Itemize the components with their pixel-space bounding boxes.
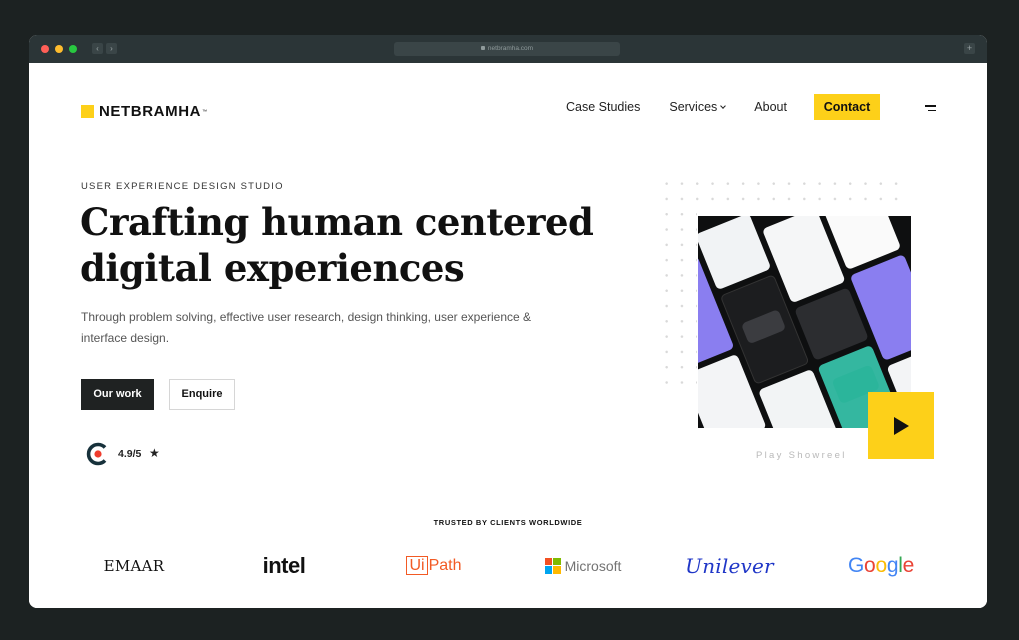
nav-services-label: Services [669,100,718,114]
intel-logo: intel [262,552,306,578]
logo-text: NETBRAMHA [99,103,202,120]
emaar-logo: EMAAR [103,556,165,575]
uipath-logo-ui: Ui [406,556,428,575]
rating-score: 4.9/5 [118,448,142,460]
uipath-logo-path: Path [428,556,462,574]
play-showreel-button[interactable] [868,392,934,459]
maximize-window-button[interactable] [69,45,77,53]
nav-case-studies[interactable]: Case Studies [566,100,640,114]
star-icon: ★ [149,446,160,460]
main-nav: Case Studies Services About Contact [566,94,880,120]
clutch-logo-icon[interactable] [85,441,111,467]
our-work-button[interactable]: Our work [81,379,154,410]
google-letter: e [902,553,915,577]
headline-plain-2: digital experiences [80,246,465,290]
headline-bold: human centered [261,200,594,244]
lock-icon [480,46,485,51]
google-letter: o [864,553,876,577]
minimize-window-button[interactable] [55,45,63,53]
address-bar-url: netbramha.com [487,45,534,52]
hero-headline: Crafting human centered digital experien… [80,199,594,291]
hero-description: Through problem solving, effective user … [81,310,532,345]
google-letter: G [848,553,865,577]
browser-window: ‹ › netbramha.com + NETBRAMHA ™ Case Stu… [29,35,987,608]
clients-heading: TRUSTED BY CLIENTS WORLDWIDE [433,518,583,527]
close-window-button[interactable] [41,45,49,53]
uipath-logo: Ui Path [401,548,467,583]
browser-toolbar: ‹ › netbramha.com + [29,35,987,63]
nav-services[interactable]: Services [669,100,727,114]
logo-mark-icon [81,105,94,118]
unilever-logo: Unilever [685,553,774,578]
logo-trademark: ™ [202,108,208,115]
hero-eyebrow: USER EXPERIENCE DESIGN STUDIO [81,181,284,192]
menu-icon[interactable] [925,105,936,111]
enquire-button[interactable]: Enquire [169,379,235,410]
microsoft-logo: Microsoft [540,548,626,583]
new-tab-button[interactable]: + [964,43,975,54]
contact-button[interactable]: Contact [813,94,880,120]
microsoft-grid-icon [544,557,561,574]
microsoft-wordmark: Microsoft [564,557,622,574]
client-logos: EMAAR intel Ui Path Microsoft Unilever Go… [29,548,987,583]
web-page: NETBRAMHA ™ Case Studies Services About … [29,63,987,608]
chevron-down-icon [720,102,727,109]
google-letter: g [886,553,899,577]
app-screen [849,253,911,362]
headline-plain-1: Crafting [80,200,262,244]
play-showreel-label[interactable]: Play Showreel [756,450,847,461]
google-letter: o [875,553,887,577]
address-bar[interactable]: netbramha.com [394,42,620,56]
nav-about[interactable]: About [754,100,787,114]
back-icon[interactable]: ‹ [92,43,103,54]
google-logo: Google [845,548,917,583]
forward-icon[interactable]: › [106,43,117,54]
play-icon [894,417,909,435]
site-logo[interactable]: NETBRAMHA ™ [81,103,207,120]
